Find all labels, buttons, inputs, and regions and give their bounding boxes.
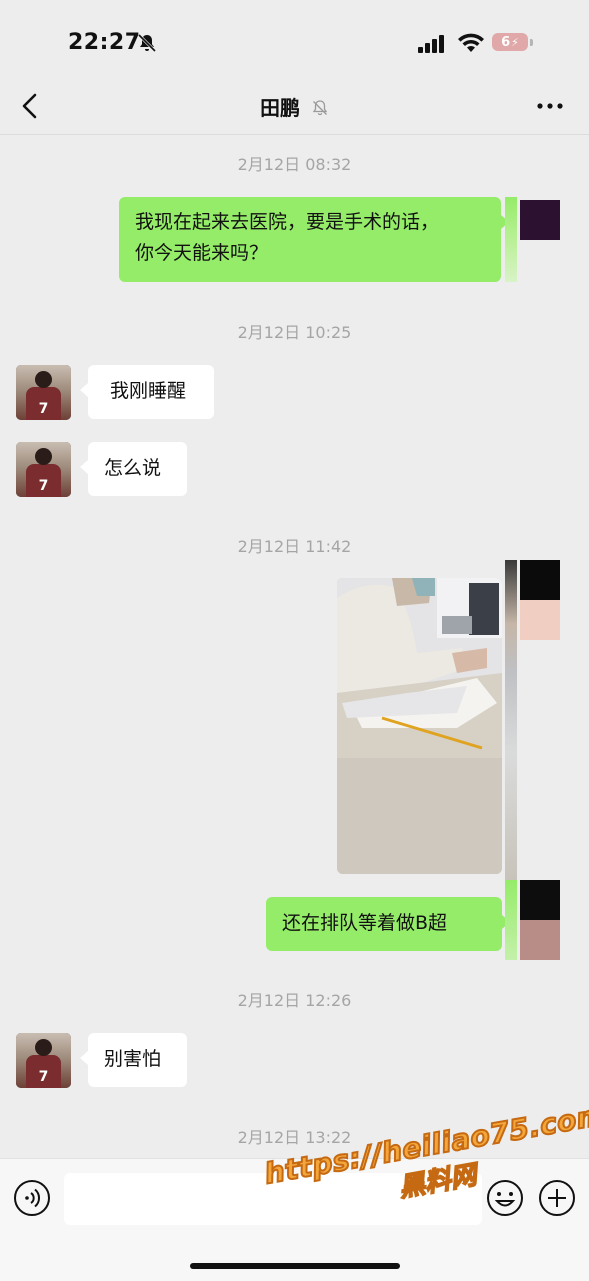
message-text: 我刚睡醒 (110, 380, 187, 402)
battery-icon: 6 ⚡ (492, 33, 536, 53)
message-text-line: 你今天能来吗？ (135, 242, 269, 264)
bell-off-icon (137, 33, 157, 53)
header-divider (0, 134, 589, 135)
chat-title: 田鹏 (0, 92, 589, 121)
timestamp: 2月12日 12:26 (237, 991, 352, 1010)
message-text-line: 我现在起来去医院，要是手术的话， (135, 211, 440, 233)
contact-name: 田鹏 (260, 96, 301, 120)
incoming-message[interactable]: 怎么说 (80, 442, 187, 496)
self-avatar[interactable] (505, 880, 560, 960)
hospital-photo (337, 578, 502, 874)
home-indicator (190, 1263, 400, 1269)
timestamp: 2月12日 11:42 (237, 537, 352, 556)
timestamp: 2月12日 10:25 (237, 323, 352, 342)
image-message[interactable] (337, 578, 502, 874)
chat-header: 田鹏 (0, 78, 589, 134)
jersey-number: 7 (38, 401, 49, 417)
outgoing-message[interactable]: 还在排队等着做B超 (266, 897, 510, 951)
pixelated-self-avatar (505, 560, 560, 880)
contact-avatar[interactable]: 7 (16, 365, 71, 420)
timestamp: 2月12日 08:32 (237, 155, 352, 174)
status-bar: 22:27 6 ⚡ (0, 0, 589, 88)
contact-avatar[interactable]: 7 (16, 1033, 71, 1088)
message-text: 怎么说 (104, 457, 162, 479)
battery-level: 6 (501, 34, 511, 50)
voice-icon[interactable] (13, 1179, 51, 1217)
incoming-message[interactable]: 我刚睡醒 (80, 365, 214, 419)
outgoing-message[interactable]: 我现在起来去医院，要是手术的话， 你今天能来吗？ (119, 197, 509, 282)
message-text: 别害怕 (104, 1048, 162, 1070)
contact-avatar[interactable]: 7 (16, 442, 71, 497)
signal-icon (418, 35, 444, 53)
message-text: 还在排队等着做B超 (282, 912, 448, 934)
incoming-message[interactable]: 别害怕 (80, 1033, 187, 1087)
jersey-number: 7 (38, 1069, 49, 1085)
jersey-number: 7 (38, 478, 49, 494)
mute-bell-icon (312, 100, 328, 116)
self-avatar[interactable] (505, 197, 560, 282)
status-time: 22:27 (68, 30, 141, 55)
wifi-icon (458, 33, 484, 52)
more-icon[interactable] (535, 94, 565, 118)
